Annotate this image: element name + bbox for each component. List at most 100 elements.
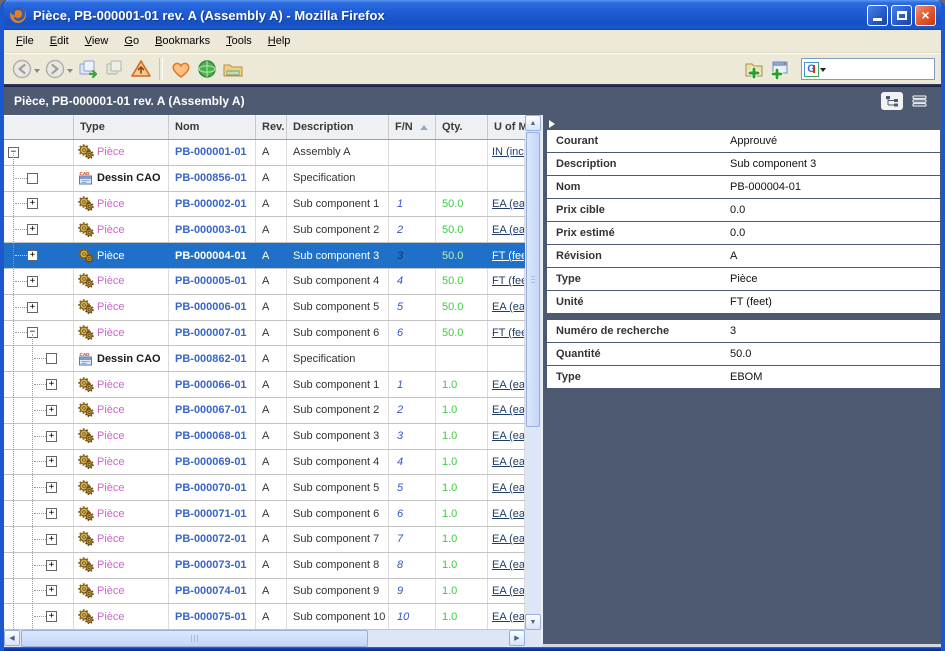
column-header-uofm[interactable]: U of M: [488, 115, 525, 139]
expand-toggle[interactable]: +: [46, 456, 57, 467]
table-row[interactable]: +PiècePB-000069-01ASub component 441.0EA…: [4, 450, 525, 476]
part-number-link[interactable]: PB-000070-01: [169, 482, 247, 494]
unit-of-measure-link[interactable]: EA (each): [488, 585, 525, 597]
table-row[interactable]: +PiècePB-000068-01ASub component 331.0EA…: [4, 424, 525, 450]
table-row[interactable]: CADDessin CAOPB-000856-01ASpecification: [4, 166, 525, 192]
google-logo-icon[interactable]: G: [804, 62, 819, 77]
horizontal-scrollbar[interactable]: ◀ ▶: [4, 630, 541, 647]
table-row[interactable]: +PiècePB-000070-01ASub component 551.0EA…: [4, 475, 525, 501]
menu-view[interactable]: View: [77, 32, 117, 50]
maximize-button[interactable]: [891, 5, 912, 26]
unit-of-measure-link[interactable]: EA (each): [488, 404, 525, 416]
expand-toggle[interactable]: +: [46, 379, 57, 390]
minimize-button[interactable]: [867, 5, 888, 26]
expand-toggle[interactable]: +: [27, 224, 38, 235]
table-row[interactable]: −PiècePB-000001-01AAssembly AIN (inches): [4, 140, 525, 166]
list-view-button[interactable]: [909, 92, 931, 110]
expand-toggle[interactable]: +: [46, 560, 57, 571]
expand-toggle[interactable]: +: [27, 276, 38, 287]
unit-of-measure-link[interactable]: EA (each): [488, 559, 525, 571]
home-button[interactable]: [128, 57, 154, 81]
forward-button[interactable]: [43, 57, 67, 81]
menu-help[interactable]: Help: [260, 32, 299, 50]
vertical-scroll-track[interactable]: [525, 131, 541, 614]
expand-toggle[interactable]: +: [46, 508, 57, 519]
table-row[interactable]: +PiècePB-000003-01ASub component 2250.0E…: [4, 217, 525, 243]
unit-of-measure-link[interactable]: EA (each): [488, 198, 525, 210]
scroll-up-button[interactable]: ▲: [525, 115, 541, 131]
unit-of-measure-link[interactable]: EA (each): [488, 224, 525, 236]
part-number-link[interactable]: PB-000073-01: [169, 559, 247, 571]
part-number-link[interactable]: PB-000075-01: [169, 611, 247, 623]
table-row[interactable]: +PiècePB-000074-01ASub component 991.0EA…: [4, 579, 525, 605]
part-number-link[interactable]: PB-000066-01: [169, 379, 247, 391]
expand-toggle[interactable]: +: [46, 534, 57, 545]
menu-file[interactable]: File: [8, 32, 42, 50]
column-header-nom[interactable]: Nom: [169, 115, 256, 139]
menu-tools[interactable]: Tools: [218, 32, 260, 50]
close-button[interactable]: ×: [915, 5, 936, 26]
scroll-down-button[interactable]: ▼: [525, 614, 541, 630]
vertical-scroll-thumb[interactable]: [526, 132, 540, 427]
table-row[interactable]: +PiècePB-000002-01ASub component 1150.0E…: [4, 192, 525, 218]
browser-globe-icon[interactable]: [194, 57, 220, 81]
expand-toggle[interactable]: +: [27, 302, 38, 313]
unit-of-measure-link[interactable]: EA (each): [488, 430, 525, 442]
part-number-link[interactable]: PB-000072-01: [169, 533, 247, 545]
part-number-link[interactable]: PB-000004-01: [169, 250, 247, 262]
bookmarks-heart-icon[interactable]: [168, 57, 194, 81]
new-folder-button[interactable]: [741, 57, 767, 81]
unit-of-measure-link[interactable]: EA (each): [488, 482, 525, 494]
unit-of-measure-link[interactable]: EA (each): [488, 456, 525, 468]
table-row[interactable]: +PiècePB-000067-01ASub component 221.0EA…: [4, 398, 525, 424]
part-number-link[interactable]: PB-000069-01: [169, 456, 247, 468]
search-engine-dropdown-icon[interactable]: [820, 68, 826, 75]
part-number-link[interactable]: PB-000074-01: [169, 585, 247, 597]
menu-edit[interactable]: Edit: [42, 32, 77, 50]
column-header-description[interactable]: Description: [287, 115, 389, 139]
part-number-link[interactable]: PB-000007-01: [169, 327, 247, 339]
table-row[interactable]: +PiècePB-000071-01ASub component 661.0EA…: [4, 501, 525, 527]
part-number-link[interactable]: PB-000856-01: [169, 172, 247, 184]
table-row[interactable]: +PiècePB-000073-01ASub component 881.0EA…: [4, 553, 525, 579]
table-row[interactable]: +PiècePB-000066-01ASub component 111.0EA…: [4, 372, 525, 398]
part-number-link[interactable]: PB-000068-01: [169, 430, 247, 442]
forward-history-dropdown-icon[interactable]: [67, 69, 73, 76]
table-row[interactable]: CADDessin CAOPB-000862-01ASpecification: [4, 346, 525, 372]
menu-go[interactable]: Go: [116, 32, 147, 50]
scroll-right-button[interactable]: ▶: [509, 630, 525, 646]
expand-toggle[interactable]: +: [46, 611, 57, 622]
unit-of-measure-link[interactable]: EA (each): [488, 508, 525, 520]
expand-toggle[interactable]: +: [46, 405, 57, 416]
table-row[interactable]: +PiècePB-000005-01ASub component 4450.0F…: [4, 269, 525, 295]
part-number-link[interactable]: PB-000006-01: [169, 301, 247, 313]
expand-toggle[interactable]: +: [27, 250, 38, 261]
part-number-link[interactable]: PB-000862-01: [169, 353, 247, 365]
unit-of-measure-link[interactable]: EA (each): [488, 611, 525, 623]
part-number-link[interactable]: PB-000071-01: [169, 508, 247, 520]
folder-card-icon[interactable]: [220, 57, 246, 81]
column-header-fn[interactable]: F/N: [389, 115, 436, 139]
part-number-link[interactable]: PB-000002-01: [169, 198, 247, 210]
search-input[interactable]: [820, 60, 934, 78]
unit-of-measure-link[interactable]: EA (each): [488, 379, 525, 391]
tree-node-box[interactable]: [46, 353, 57, 364]
tree-node-box[interactable]: [27, 173, 38, 184]
expand-toggle[interactable]: +: [27, 198, 38, 209]
column-header-type[interactable]: Type: [74, 115, 169, 139]
horizontal-scroll-thumb[interactable]: [21, 630, 368, 647]
part-number-link[interactable]: PB-000003-01: [169, 224, 247, 236]
scroll-left-button[interactable]: ◀: [4, 630, 20, 646]
part-number-link[interactable]: PB-000001-01: [169, 146, 247, 158]
unit-of-measure-link[interactable]: EA (each): [488, 533, 525, 545]
column-header-tree[interactable]: [4, 115, 74, 139]
table-row[interactable]: +PiècePB-000072-01ASub component 771.0EA…: [4, 527, 525, 553]
table-row[interactable]: +PiècePB-000004-01ASub component 3350.0F…: [4, 243, 525, 269]
expand-toggle[interactable]: +: [46, 431, 57, 442]
unit-of-measure-link[interactable]: FT (feet): [488, 327, 525, 339]
expand-toggle[interactable]: +: [46, 482, 57, 493]
part-number-link[interactable]: PB-000067-01: [169, 404, 247, 416]
part-number-link[interactable]: PB-000005-01: [169, 275, 247, 287]
menu-bookmarks[interactable]: Bookmarks: [147, 32, 218, 50]
table-row[interactable]: −PiècePB-000007-01ASub component 6650.0F…: [4, 321, 525, 347]
